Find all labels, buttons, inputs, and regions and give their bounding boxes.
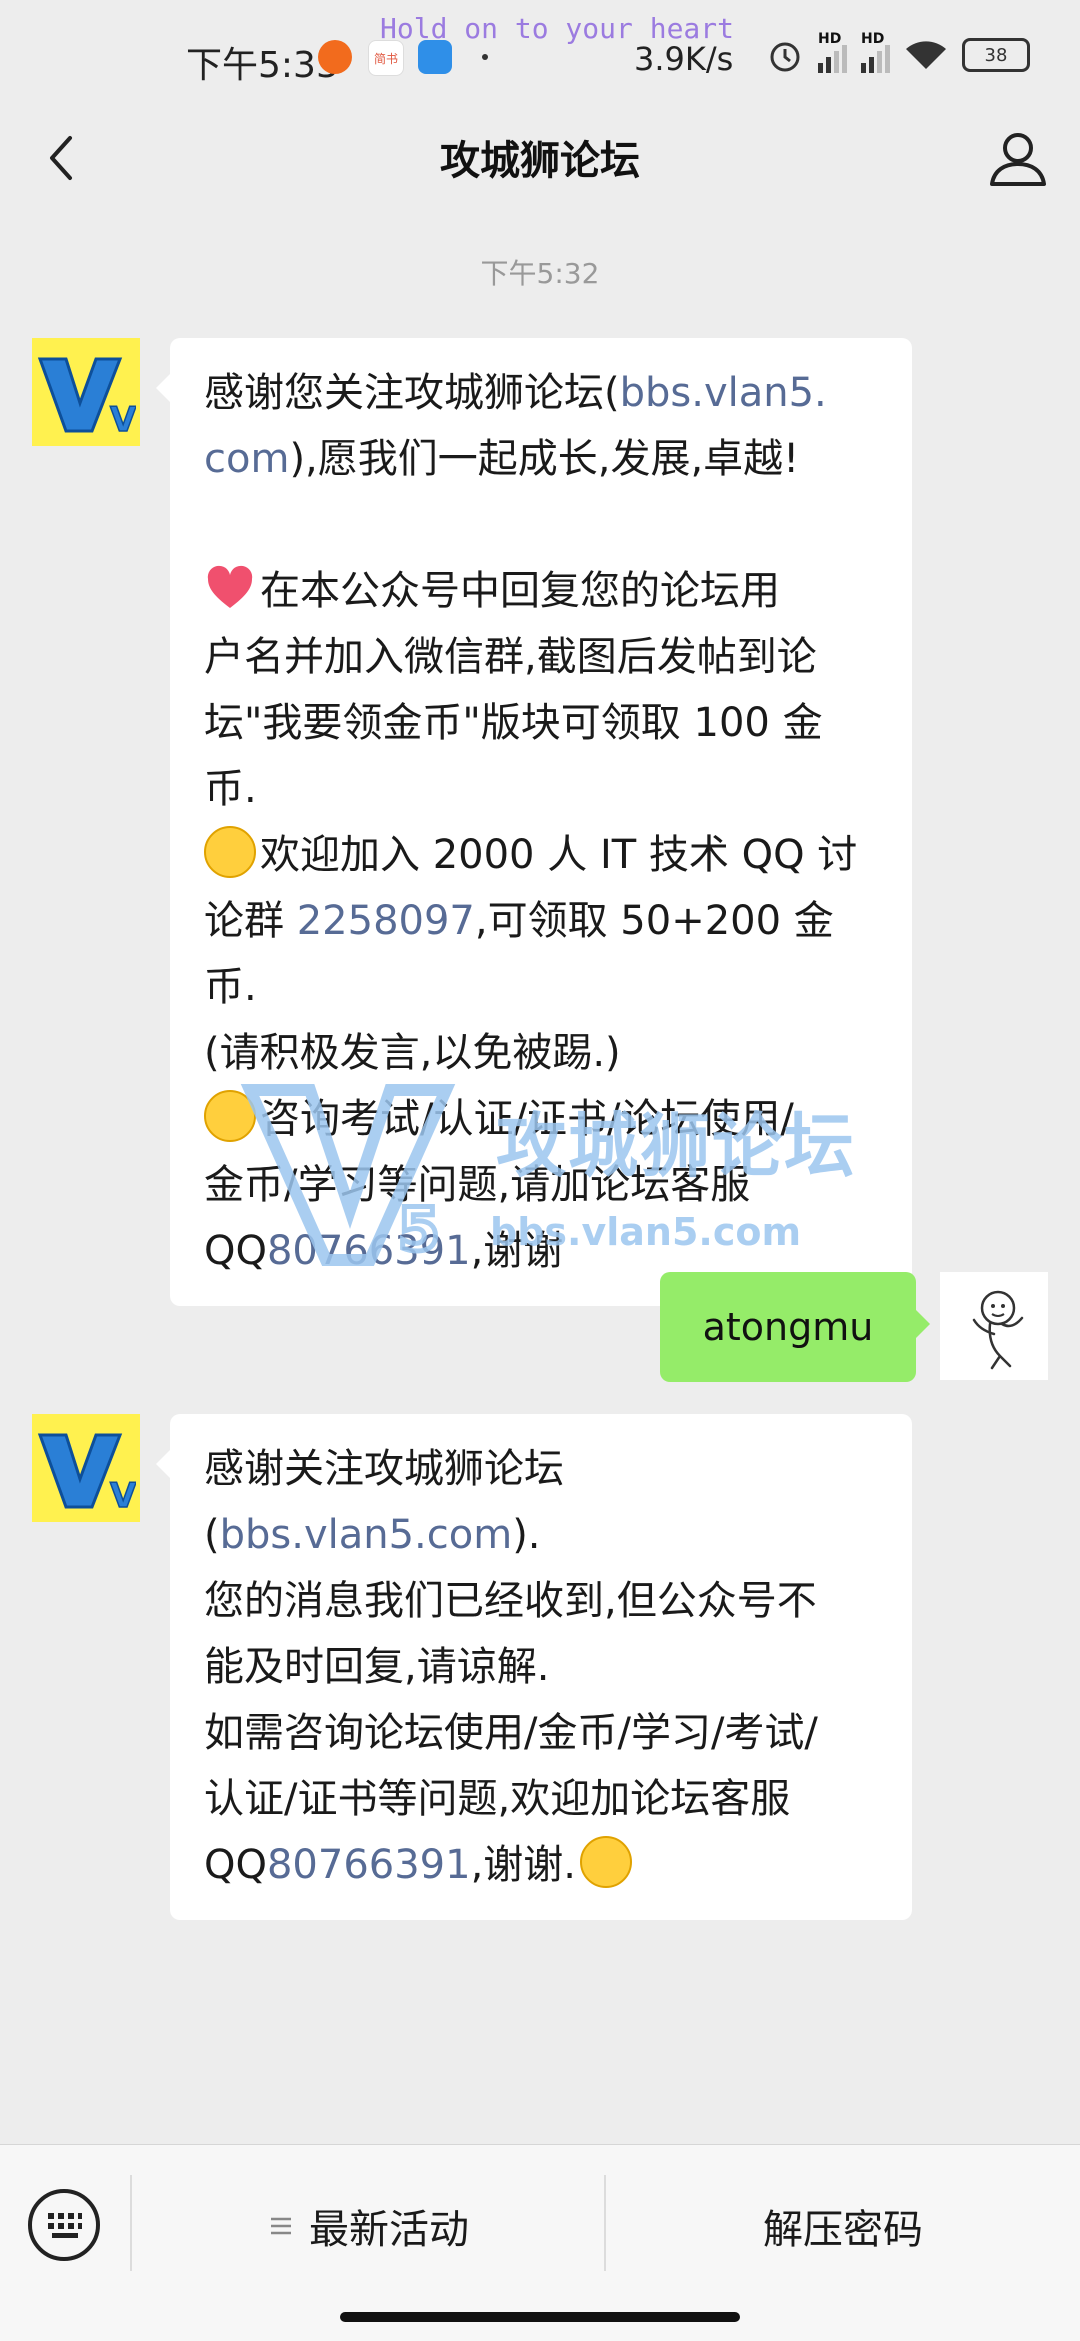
watermark-url: bbs.vlan5.com <box>490 1210 802 1254</box>
red-app-icon <box>318 40 352 74</box>
message-line: 坛"我要领金币"版块可领取 100 金 <box>204 700 823 746</box>
avatar[interactable]: V5 <box>32 1414 140 1522</box>
home-indicator[interactable] <box>340 2312 740 2322</box>
message-line: 如需咨询论坛使用/金币/学习/考试/ <box>204 1710 818 1756</box>
message-line: 论群 2258097,可领取 50+200 金币. <box>204 898 834 1010</box>
message-line: 感谢您关注攻城狮论坛(bbs.vlan5. <box>204 370 827 416</box>
wifi-icon <box>906 41 946 69</box>
dot-icon <box>482 54 488 60</box>
jianshu-icon: 简书 <box>368 40 404 76</box>
heart-emoji <box>204 562 256 614</box>
forum-link-cont[interactable]: com <box>204 436 289 482</box>
alarm-icon <box>770 42 800 72</box>
qq-group-link[interactable]: 2258097 <box>297 898 475 944</box>
forum-link[interactable]: bbs.vlan5. <box>620 370 827 416</box>
svg-text:V5: V5 <box>110 400 136 437</box>
message-line: 您的消息我们已经收到,但公众号不 <box>204 1578 817 1624</box>
keyboard-icon[interactable] <box>28 2189 100 2261</box>
menu-list-icon <box>271 2217 291 2235</box>
message-line: 感谢关注攻城狮论坛(bbs.vlan5.com). <box>204 1446 564 1558</box>
signal-icon-2: HD <box>861 31 890 73</box>
avatar[interactable]: V5 <box>32 338 140 446</box>
remote-app-icon <box>418 40 452 74</box>
watermark: 5 攻城狮论坛 bbs.vlan5.com <box>240 1070 860 1270</box>
chat-timestamp: 下午5:32 <box>480 257 600 290</box>
status-bar: 下午5:33 Hold on to your heart 简书 3.9K/s H… <box>0 0 1080 120</box>
status-right: HD HD 38 <box>766 31 1030 74</box>
my-message-bubble: atongmu <box>660 1272 930 1382</box>
svg-text:5: 5 <box>398 1195 440 1265</box>
message-line: 能及时回复,请谅解. <box>204 1644 550 1690</box>
user-avatar[interactable] <box>940 1272 1048 1380</box>
v5-logo-icon: V5 <box>37 357 136 437</box>
message-line: 币. <box>204 766 257 812</box>
message-line: 欢迎加入 2000 人 IT 技术 QQ 讨 <box>204 822 878 888</box>
message-line: 在本公众号中回复您的论坛用 <box>204 558 878 624</box>
message-line: QQ80766391,谢谢. <box>204 1832 878 1898</box>
watermark-logo-icon: 5 <box>240 1084 456 1268</box>
forum-link[interactable]: bbs.vlan5.com <box>220 1512 513 1558</box>
signal-icon: HD <box>818 31 847 73</box>
message-line: com),愿我们一起成长,发展,卓越! <box>204 436 800 482</box>
message-bubble-2: 感谢关注攻城狮论坛(bbs.vlan5.com). 您的消息我们已经收到,但公众… <box>156 1414 912 1920</box>
v5-logo-icon: V5 <box>37 1433 136 1513</box>
svg-text:V5: V5 <box>110 1476 136 1513</box>
smile-emoji <box>204 826 256 878</box>
nav-bar: 攻城狮论坛 <box>0 110 1080 206</box>
battery-icon: 38 <box>962 38 1030 72</box>
network-speed: 3.9K/s <box>634 40 734 78</box>
menu-unzip-password[interactable]: 解压密码 <box>606 2191 1080 2261</box>
message-line: 户名并加入微信群,截图后发帖到论 <box>204 634 817 680</box>
status-time: 下午5:33 <box>186 45 339 86</box>
message-line: 认证/证书等问题,欢迎加论坛客服 <box>204 1776 791 1822</box>
person-icon[interactable] <box>986 126 1050 190</box>
watermark-title: 攻城狮论坛 <box>496 1105 856 1187</box>
menu-latest-activity[interactable]: 最新活动 <box>132 2191 604 2261</box>
page-title: 攻城狮论坛 <box>440 138 640 184</box>
smile-emoji <box>580 1836 632 1888</box>
qq-link[interactable]: 80766391 <box>267 1842 471 1888</box>
sticker-figure-icon <box>972 1290 1024 1370</box>
